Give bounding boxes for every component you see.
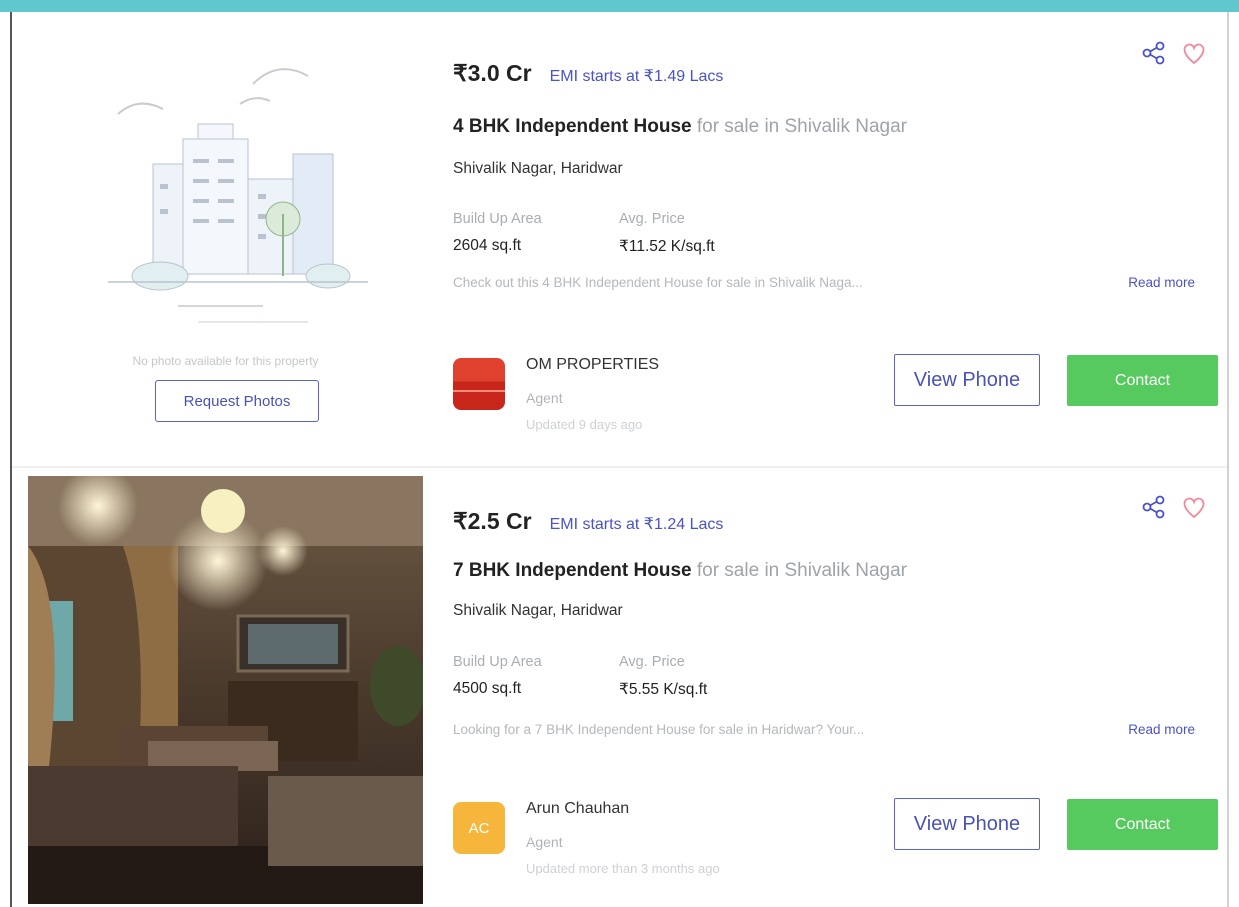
avg-price-label: Avg. Price — [619, 654, 685, 670]
view-phone-button[interactable]: View Phone — [894, 798, 1040, 850]
locality: Shivalik Nagar, Haridwar — [453, 602, 623, 619]
listing-card[interactable]: ₹2.5 Cr EMI starts at ₹1.24 Lacs 7 BHK I… — [12, 468, 1227, 907]
description-text: Looking for a 7 BHK Independent House fo… — [453, 722, 865, 737]
meta-labels: Build Up Area Avg. Price — [453, 211, 819, 227]
agent-role: Agent — [526, 834, 563, 850]
avg-price-label: Avg. Price — [619, 211, 685, 227]
listing-actions — [1141, 40, 1207, 66]
title-location: for sale in Shivalik Nagar — [691, 560, 908, 581]
listing-title[interactable]: 4 BHK Independent House for sale in Shiv… — [453, 116, 907, 138]
listing-media: No photo available for this property Req… — [28, 24, 423, 464]
listing-info: ₹2.5 Cr EMI starts at ₹1.24 Lacs 7 BHK I… — [453, 468, 1218, 907]
price: ₹3.0 Cr — [453, 60, 532, 86]
updated-time: Updated 9 days ago — [526, 417, 643, 432]
listing-media[interactable] — [28, 476, 423, 904]
heart-icon[interactable] — [1181, 494, 1207, 520]
agent-name[interactable]: OM PROPERTIES — [526, 356, 659, 374]
read-more-link[interactable]: Read more — [1128, 722, 1195, 737]
description: Check out this 4 BHK Independent House f… — [453, 275, 1195, 290]
agent-name[interactable]: Arun Chauhan — [526, 800, 629, 818]
avg-price-value: ₹11.52 K/sq.ft — [619, 238, 715, 255]
heart-icon[interactable] — [1181, 40, 1207, 66]
area-label: Build Up Area — [453, 211, 542, 227]
listing-info: ₹3.0 Cr EMI starts at ₹1.49 Lacs 4 BHK I… — [453, 14, 1218, 466]
agent-logo — [453, 358, 505, 410]
request-photos-button[interactable]: Request Photos — [155, 380, 319, 422]
price: ₹2.5 Cr — [453, 508, 532, 534]
contact-button[interactable]: Contact — [1067, 799, 1218, 850]
meta-values: 4500 sq.ft ₹5.55 K/sq.ft — [453, 680, 819, 699]
meta-values: 2604 sq.ft ₹11.52 K/sq.ft — [453, 237, 819, 256]
agent-role: Agent — [526, 390, 563, 406]
title-type: 7 BHK Independent House — [453, 560, 692, 581]
top-accent-bar — [0, 0, 1239, 12]
share-icon[interactable] — [1141, 494, 1167, 520]
area-label: Build Up Area — [453, 654, 542, 670]
read-more-link[interactable]: Read more — [1128, 275, 1195, 290]
description-text: Check out this 4 BHK Independent House f… — [453, 275, 863, 290]
area-value: 4500 sq.ft — [453, 680, 522, 697]
updated-time: Updated more than 3 months ago — [526, 861, 720, 876]
emi-link[interactable]: EMI starts at ₹1.49 Lacs — [550, 66, 724, 86]
contact-button[interactable]: Contact — [1067, 355, 1218, 406]
price-row: ₹2.5 Cr EMI starts at ₹1.24 Lacs — [453, 508, 723, 535]
property-photo[interactable] — [28, 476, 423, 904]
meta-labels: Build Up Area Avg. Price — [453, 654, 819, 670]
agent-row: OM PROPERTIES Agent Updated 9 days ago V… — [453, 350, 1218, 440]
emi-link[interactable]: EMI starts at ₹1.24 Lacs — [550, 514, 724, 534]
avg-price-value: ₹5.55 K/sq.ft — [619, 681, 708, 698]
title-location: for sale in Shivalik Nagar — [691, 116, 908, 137]
no-photo-text: No photo available for this property — [132, 354, 319, 368]
building-illustration — [108, 68, 368, 323]
listing-actions — [1141, 494, 1207, 520]
title-type: 4 BHK Independent House — [453, 116, 692, 137]
agent-avatar: AC — [453, 802, 505, 854]
locality: Shivalik Nagar, Haridwar — [453, 160, 623, 177]
view-phone-button[interactable]: View Phone — [894, 354, 1040, 406]
agent-row: AC Arun Chauhan Agent Updated more than … — [453, 794, 1218, 884]
price-row: ₹3.0 Cr EMI starts at ₹1.49 Lacs — [453, 60, 723, 87]
description: Looking for a 7 BHK Independent House fo… — [453, 722, 1195, 737]
share-icon[interactable] — [1141, 40, 1167, 66]
listing-card[interactable]: No photo available for this property Req… — [12, 14, 1227, 466]
listing-title[interactable]: 7 BHK Independent House for sale in Shiv… — [453, 560, 907, 582]
area-value: 2604 sq.ft — [453, 237, 522, 254]
